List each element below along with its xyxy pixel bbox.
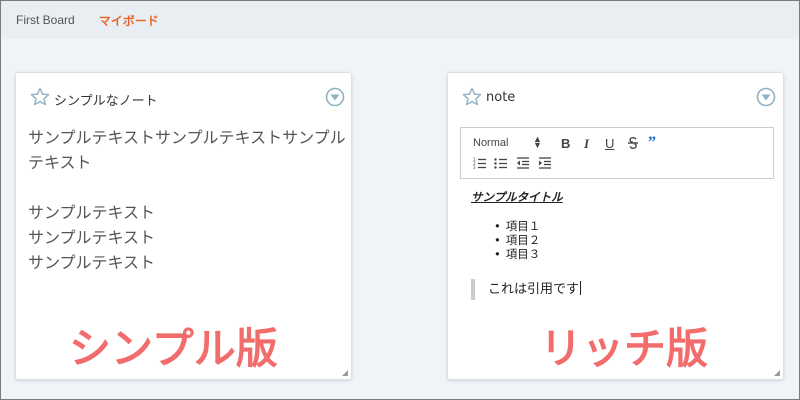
simple-note-body[interactable]: サンプルテキストサンプルテキストサンプル テキスト サンプルテキスト サンプルテ… bbox=[28, 125, 346, 275]
resize-handle-icon[interactable] bbox=[774, 370, 780, 376]
simple-note-line: サンプルテキストサンプルテキストサンプル bbox=[28, 128, 346, 147]
star-icon[interactable] bbox=[462, 87, 482, 107]
text-caret bbox=[580, 281, 582, 295]
indent-icon[interactable] bbox=[538, 157, 552, 169]
simple-note-line: サンプルテキスト bbox=[28, 228, 156, 247]
simple-note-line: サンプルテキスト bbox=[28, 253, 156, 272]
simple-version-caption: シンプル版 bbox=[69, 324, 278, 373]
list-item: 項目１ bbox=[494, 219, 541, 233]
star-icon[interactable] bbox=[30, 87, 50, 107]
resize-handle-icon[interactable] bbox=[342, 370, 348, 376]
simple-note-line: テキスト bbox=[28, 153, 92, 172]
rich-content-title[interactable]: サンプルタイトル bbox=[471, 189, 563, 205]
font-size-select[interactable]: Normal bbox=[473, 137, 508, 149]
bold-button[interactable]: B bbox=[561, 136, 570, 151]
blockquote-button[interactable]: ” bbox=[648, 134, 656, 152]
italic-button[interactable]: I bbox=[584, 136, 589, 152]
simple-note-title: シンプルなノート bbox=[54, 94, 158, 109]
simple-note-blank-line bbox=[28, 175, 344, 200]
editor-toolbar: Normal ▲ ▼ B I U ” 1 2 3 bbox=[460, 127, 774, 179]
rich-bullet-list[interactable]: 項目１ 項目２ 項目３ bbox=[494, 219, 541, 261]
outdent-icon[interactable] bbox=[516, 157, 530, 169]
rich-blockquote[interactable]: これは引用です bbox=[471, 279, 761, 300]
tab-my-board[interactable]: マイボード bbox=[99, 12, 159, 29]
tab-first-board[interactable]: First Board bbox=[16, 13, 75, 27]
list-item: 項目３ bbox=[494, 247, 541, 261]
underline-button[interactable]: U bbox=[605, 136, 614, 151]
rich-version-caption: リッチ版 bbox=[540, 324, 709, 373]
chevron-down-icon[interactable] bbox=[756, 87, 776, 107]
list-item: 項目２ bbox=[494, 233, 541, 247]
ordered-list-icon[interactable]: 1 2 3 bbox=[473, 157, 487, 169]
board-tab-bar: First Board マイボード bbox=[1, 1, 799, 39]
simple-note-line: サンプルテキスト bbox=[28, 203, 156, 222]
svg-text:3: 3 bbox=[473, 165, 476, 169]
select-arrows-icon[interactable]: ▲ ▼ bbox=[533, 135, 542, 150]
blockquote-text: これは引用です bbox=[488, 282, 580, 297]
chevron-down-icon[interactable] bbox=[325, 87, 345, 107]
strikethrough-icon[interactable] bbox=[627, 136, 639, 150]
bullet-list-icon[interactable] bbox=[494, 157, 508, 169]
rich-note-title: note bbox=[486, 90, 516, 105]
